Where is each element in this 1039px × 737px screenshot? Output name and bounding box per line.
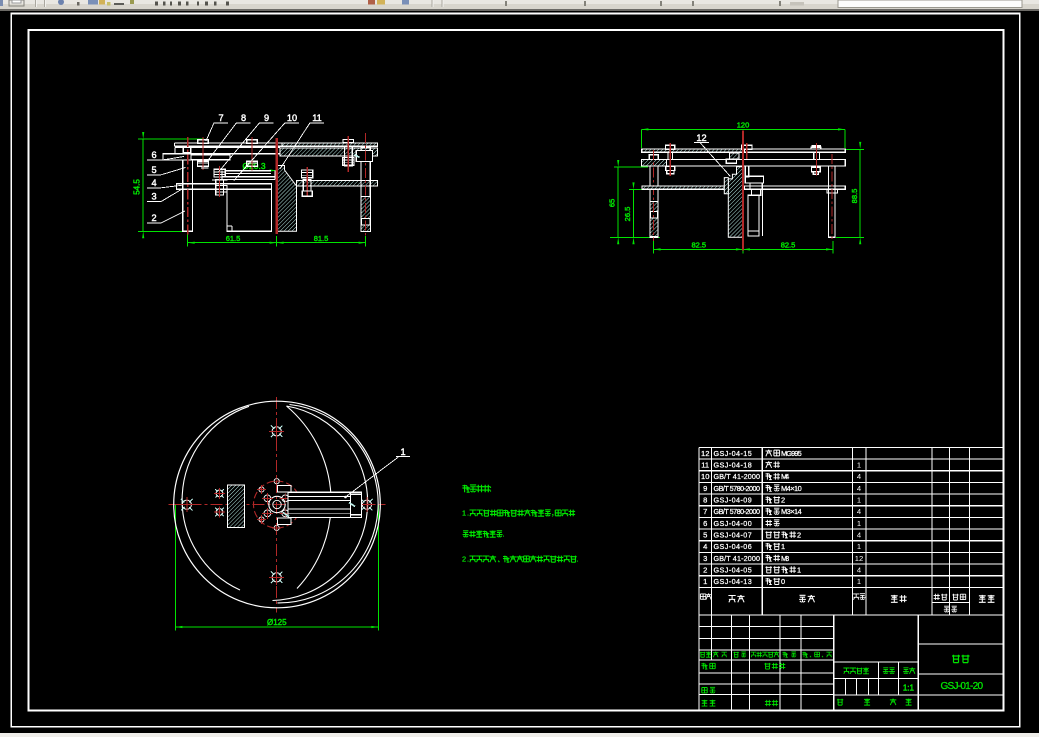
- svg-text:1: 1: [857, 461, 861, 470]
- svg-text:1: 1: [857, 496, 861, 505]
- svg-text:4: 4: [151, 178, 156, 188]
- svg-text:10: 10: [701, 472, 709, 481]
- svg-text:82.5: 82.5: [691, 240, 706, 249]
- svg-text:54.5: 54.5: [133, 179, 142, 195]
- svg-text:M3×14: M3×14: [781, 507, 802, 516]
- svg-text:3: 3: [151, 192, 156, 202]
- svg-text:GSJ-04-09: GSJ-04-09: [714, 496, 752, 505]
- svg-text:GB/T 5780-2000: GB/T 5780-2000: [714, 507, 761, 516]
- svg-text:M3: M3: [781, 554, 789, 563]
- svg-text::: :: [489, 484, 491, 494]
- svg-text:2: 2: [703, 566, 707, 575]
- svg-text:2: 2: [797, 530, 801, 539]
- svg-text:.: .: [503, 530, 505, 539]
- svg-text:Ø125: Ø125: [267, 618, 287, 627]
- svg-text:81.5: 81.5: [314, 234, 329, 243]
- svg-text:4: 4: [857, 507, 861, 516]
- svg-text:12: 12: [696, 133, 706, 143]
- svg-text:GSJ-04-06: GSJ-04-06: [714, 542, 752, 551]
- svg-text:0: 0: [781, 577, 785, 586]
- svg-text:26.5: 26.5: [623, 207, 632, 222]
- svg-text:4: 4: [857, 484, 861, 493]
- svg-text:4: 4: [857, 566, 861, 575]
- svg-text:GSJ-04-15: GSJ-04-15: [714, 449, 752, 458]
- svg-text:11: 11: [312, 113, 322, 123]
- svg-text:10: 10: [287, 113, 297, 123]
- svg-text:1.: 1.: [462, 509, 469, 518]
- svg-text:8: 8: [241, 113, 246, 123]
- svg-text:2.: 2.: [462, 555, 469, 564]
- svg-text:5: 5: [703, 531, 707, 540]
- svg-text:1: 1: [400, 447, 405, 457]
- svg-text:GSJ-04-07: GSJ-04-07: [714, 531, 752, 540]
- svg-text:9: 9: [264, 113, 269, 123]
- svg-text:6: 6: [703, 519, 707, 528]
- svg-text:.: .: [577, 555, 579, 564]
- svg-text:2: 2: [151, 213, 156, 223]
- svg-text:82.5: 82.5: [781, 240, 796, 249]
- svg-text:1: 1: [797, 565, 801, 574]
- svg-text:11: 11: [701, 461, 709, 470]
- svg-text:5: 5: [151, 165, 156, 175]
- svg-text:61.5: 61.5: [226, 234, 241, 243]
- svg-text:2: 2: [781, 496, 785, 505]
- svg-text:GB/T 41-2000: GB/T 41-2000: [714, 554, 761, 563]
- svg-text:88.5: 88.5: [850, 189, 859, 204]
- svg-text:12: 12: [701, 449, 709, 458]
- svg-text:M4: M4: [781, 472, 789, 481]
- svg-text:GB/T 5780-2000: GB/T 5780-2000: [714, 484, 761, 493]
- svg-text:1: 1: [857, 542, 861, 551]
- svg-text:7: 7: [218, 113, 223, 123]
- svg-text:7: 7: [703, 507, 707, 516]
- svg-text:GSJ-01-20: GSJ-01-20: [941, 681, 984, 692]
- svg-text:GSJ-04-13: GSJ-04-13: [714, 577, 752, 586]
- svg-text:M4×10: M4×10: [781, 484, 802, 493]
- svg-text:1: 1: [857, 519, 861, 528]
- svg-text:1: 1: [703, 577, 707, 586]
- svg-text:4: 4: [857, 472, 861, 481]
- svg-text:120: 120: [737, 120, 750, 129]
- svg-text:GSJ-04-05: GSJ-04-05: [714, 566, 752, 575]
- svg-text:GSJ-04-18: GSJ-04-18: [714, 461, 752, 470]
- svg-text:9: 9: [703, 484, 707, 493]
- svg-text:1:1: 1:1: [903, 683, 915, 692]
- svg-text:GSJ-04-00: GSJ-04-00: [714, 519, 752, 528]
- svg-text:MG995: MG995: [781, 449, 802, 458]
- svg-text:4: 4: [703, 542, 707, 551]
- svg-text:65: 65: [608, 199, 617, 207]
- svg-text:4: 4: [857, 531, 861, 540]
- svg-text:3: 3: [703, 554, 707, 563]
- svg-text:1: 1: [781, 542, 785, 551]
- svg-text:12: 12: [855, 554, 863, 563]
- svg-text:6: 6: [151, 150, 156, 160]
- svg-text:1: 1: [857, 577, 861, 586]
- svg-text:8: 8: [703, 496, 707, 505]
- svg-text:GB/T 41-2000: GB/T 41-2000: [714, 472, 761, 481]
